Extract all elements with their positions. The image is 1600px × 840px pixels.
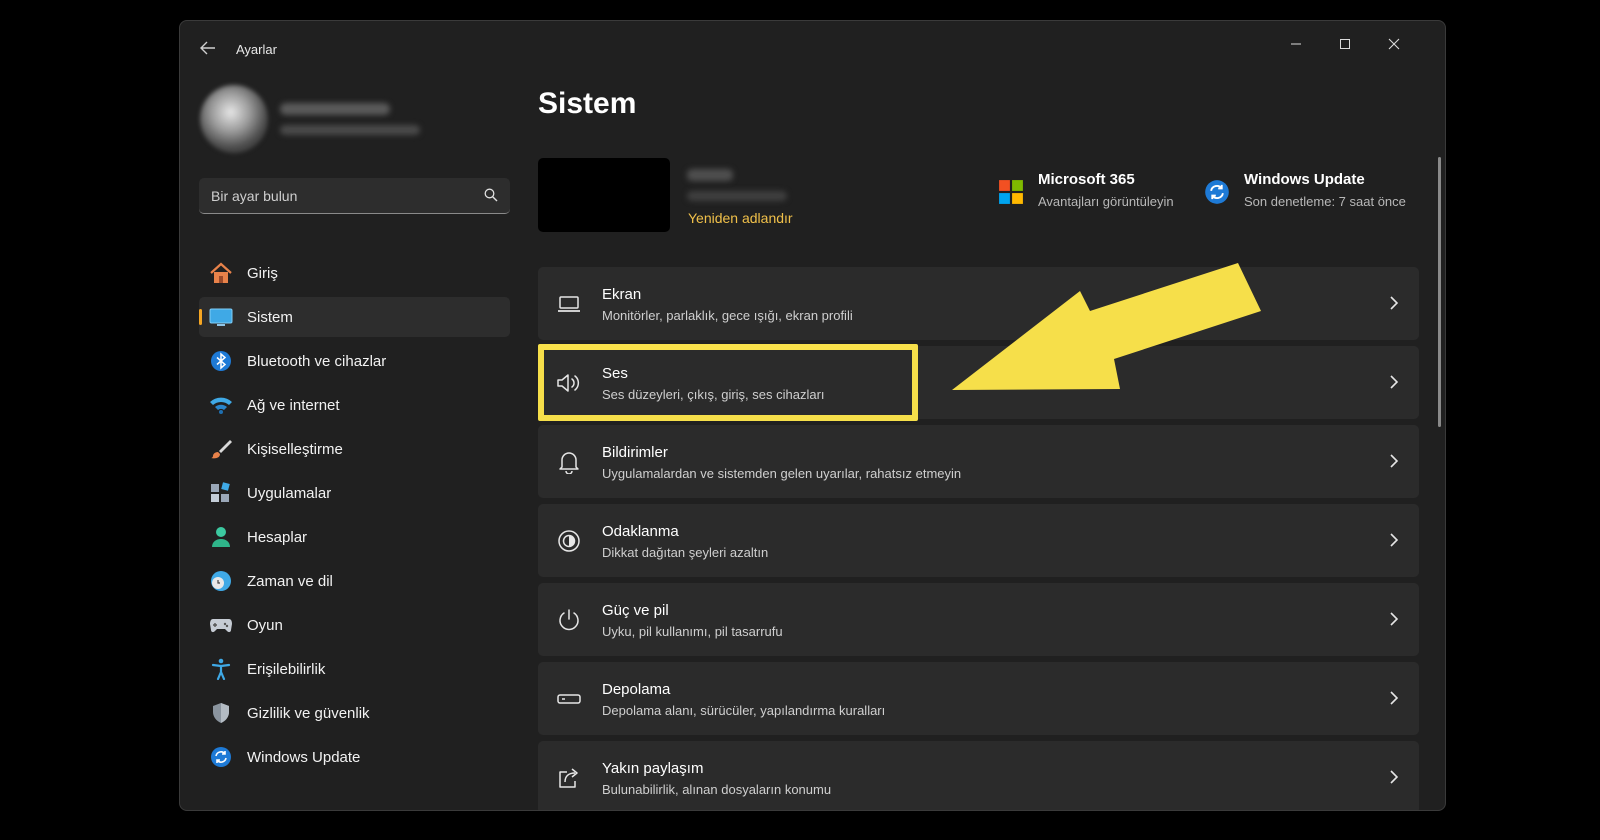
search-input[interactable] xyxy=(199,178,510,213)
update-icon xyxy=(1205,180,1229,204)
apps-icon xyxy=(209,481,233,505)
storage-icon xyxy=(556,686,582,712)
sidebar-item-home[interactable]: Giriş xyxy=(199,253,510,293)
device-thumbnail xyxy=(538,158,670,232)
chevron-right-icon xyxy=(1390,375,1399,389)
quick-link-microsoft-365[interactable]: Microsoft 365 Avantajları görüntüleyin xyxy=(998,171,1174,209)
chevron-right-icon xyxy=(1390,296,1399,310)
sidebar-item-network[interactable]: Ağ ve internet xyxy=(199,385,510,425)
sidebar-item-privacy[interactable]: Gizlilik ve güvenlik xyxy=(199,693,510,733)
sidebar-item-windows-update[interactable]: Windows Update xyxy=(199,737,510,777)
back-arrow-icon xyxy=(200,41,215,55)
device-model-blurred xyxy=(687,191,787,201)
sidebar-item-apps[interactable]: Uygulamalar xyxy=(199,473,510,513)
bluetooth-icon xyxy=(209,349,233,373)
shield-icon xyxy=(209,701,233,725)
accessibility-icon xyxy=(209,657,233,681)
sidebar-item-bluetooth[interactable]: Bluetooth ve cihazlar xyxy=(199,341,510,381)
quick-link-windows-update[interactable]: Windows Update Son denetleme: 7 saat önc… xyxy=(1204,171,1406,209)
close-icon xyxy=(1388,38,1400,50)
microsoft-logo-icon xyxy=(999,180,1023,204)
maximize-button[interactable] xyxy=(1322,29,1368,59)
sidebar-item-gaming[interactable]: Oyun xyxy=(199,605,510,645)
chevron-right-icon xyxy=(1390,454,1399,468)
sidebar-item-accounts[interactable]: Hesaplar xyxy=(199,517,510,557)
brush-icon xyxy=(209,437,233,461)
settings-row-power[interactable]: Güç ve pil Uyku, pil kullanımı, pil tasa… xyxy=(538,583,1419,656)
rename-link[interactable]: Yeniden adlandır xyxy=(688,210,793,226)
sidebar-item-system[interactable]: Sistem xyxy=(199,297,510,337)
minimize-button[interactable] xyxy=(1273,29,1319,59)
scrollbar[interactable] xyxy=(1438,157,1441,427)
clock-globe-icon xyxy=(209,569,233,593)
page-title: Sistem xyxy=(538,87,637,120)
user-name-blurred xyxy=(280,103,390,115)
bell-icon xyxy=(556,449,582,475)
settings-row-focus[interactable]: Odaklanma Dikkat dağıtan şeyleri azaltın xyxy=(538,504,1419,577)
highlight-box xyxy=(538,344,918,421)
person-icon xyxy=(209,525,233,549)
update-icon xyxy=(209,745,233,769)
sidebar-item-personalization[interactable]: Kişiselleştirme xyxy=(199,429,510,469)
power-icon xyxy=(556,607,582,633)
chevron-right-icon xyxy=(1390,612,1399,626)
speaker-icon xyxy=(556,370,582,396)
search-icon[interactable] xyxy=(484,188,498,202)
settings-row-nearby-sharing[interactable]: Yakın paylaşım Bulunabilirlik, alınan do… xyxy=(538,741,1419,810)
user-email-blurred xyxy=(280,125,420,135)
chevron-right-icon xyxy=(1390,691,1399,705)
home-icon xyxy=(209,261,233,285)
settings-window: Ayarlar Giriş Sistem xyxy=(179,20,1446,811)
sidebar-item-accessibility[interactable]: Erişilebilirlik xyxy=(199,649,510,689)
device-name-blurred xyxy=(687,169,733,181)
avatar[interactable] xyxy=(200,85,268,153)
title-bar: Ayarlar xyxy=(180,21,1445,73)
chevron-right-icon xyxy=(1390,770,1399,784)
settings-row-storage[interactable]: Depolama Depolama alanı, sürücüler, yapı… xyxy=(538,662,1419,735)
minimize-icon xyxy=(1291,43,1301,45)
settings-list: Ekran Monitörler, parlaklık, gece ışığı,… xyxy=(538,267,1419,810)
close-button[interactable] xyxy=(1371,29,1417,59)
focus-icon xyxy=(556,528,582,554)
monitor-icon xyxy=(209,305,233,329)
app-title: Ayarlar xyxy=(236,42,277,57)
settings-row-display[interactable]: Ekran Monitörler, parlaklık, gece ışığı,… xyxy=(538,267,1419,340)
settings-row-notifications[interactable]: Bildirimler Uygulamalardan ve sistemden … xyxy=(538,425,1419,498)
sidebar-nav: Giriş Sistem Bluetooth ve cihazlar Ağ ve… xyxy=(199,253,510,781)
share-icon xyxy=(556,765,582,791)
laptop-icon xyxy=(556,291,582,317)
sidebar-item-time-language[interactable]: Zaman ve dil xyxy=(199,561,510,601)
gamepad-icon xyxy=(209,613,233,637)
back-button[interactable] xyxy=(194,35,222,61)
chevron-right-icon xyxy=(1390,533,1399,547)
settings-row-sound[interactable]: Ses Ses düzeyleri, çıkış, giriş, ses cih… xyxy=(538,344,1419,421)
maximize-icon xyxy=(1340,39,1350,49)
wifi-icon xyxy=(209,393,233,417)
search-box[interactable] xyxy=(199,178,510,214)
